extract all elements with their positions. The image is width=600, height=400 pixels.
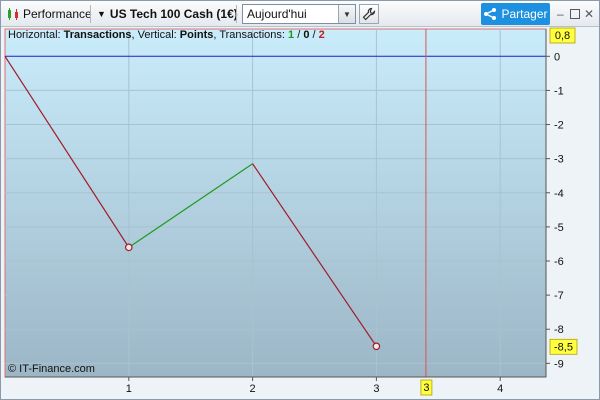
y-tick-label: -2 <box>554 120 564 132</box>
toolbar-separator <box>90 5 91 23</box>
y-tick-label: 0 <box>554 51 560 63</box>
instrument-selector[interactable]: ▼ US Tech 100 Cash (1€) <box>97 4 238 24</box>
share-button[interactable]: Partager <box>481 3 550 25</box>
last-value-label: -8,5 <box>549 338 578 355</box>
last-value-label-text: -8,5 <box>554 341 573 353</box>
y-max-label: 0,8 <box>549 27 576 44</box>
plot-area <box>4 28 547 378</box>
maximize-icon[interactable] <box>570 4 580 24</box>
y-tick-label: -1 <box>554 85 564 97</box>
losses-count: 2 <box>319 29 325 41</box>
performance-chart[interactable]: 0 -1 -2 -3 -4 -5 -6 -7 -8 -9 0,8 -8,5 3 1 2 3 4 Horizon… <box>1 27 599 399</box>
x-tick-label: 3 <box>373 383 379 395</box>
y-max-label-text: 0,8 <box>555 30 570 42</box>
y-tick-label: -5 <box>554 222 564 234</box>
share-icon <box>484 8 497 20</box>
toolbar: Performance ▼ US Tech 100 Cash (1€) Aujo… <box>1 1 599 27</box>
watermark: © IT-Finance.com <box>8 363 95 375</box>
cursor-x-label-text: 3 <box>423 382 429 394</box>
x-tick-label: 2 <box>250 383 256 395</box>
y-tick-label: -8 <box>554 324 564 336</box>
instrument-name: US Tech 100 Cash (1€) <box>109 7 238 21</box>
period-select[interactable]: Aujourd'hui ▼ <box>242 4 356 24</box>
y-tick-label: -7 <box>554 290 564 302</box>
y-tick-label: -4 <box>554 188 564 200</box>
cursor-x-label: 3 <box>420 379 433 396</box>
minimize-icon[interactable]: – <box>557 4 564 24</box>
y-tick-label: -9 <box>554 358 564 370</box>
trade-marker <box>372 342 381 351</box>
trade-marker <box>124 243 133 252</box>
y-tick-label: -6 <box>554 256 564 268</box>
period-value: Aujourd'hui <box>247 7 307 21</box>
wrench-icon[interactable] <box>359 4 379 24</box>
close-icon[interactable]: ✕ <box>584 4 594 24</box>
chevron-down-icon[interactable]: ▼ <box>338 5 355 23</box>
performance-window: Performance ▼ US Tech 100 Cash (1€) Aujo… <box>0 0 600 400</box>
share-label: Partager <box>501 7 548 21</box>
y-tick-label: -3 <box>554 154 564 166</box>
info-line: Horizontal: Transactions, Vertical: Poin… <box>8 29 325 41</box>
x-tick-label: 4 <box>497 383 503 395</box>
app-title: Performance <box>23 7 92 21</box>
chevron-down-icon: ▼ <box>97 9 106 19</box>
x-tick-label: 1 <box>126 383 132 395</box>
chart-candles-icon[interactable] <box>6 4 22 24</box>
toolbar-separator <box>236 5 237 23</box>
